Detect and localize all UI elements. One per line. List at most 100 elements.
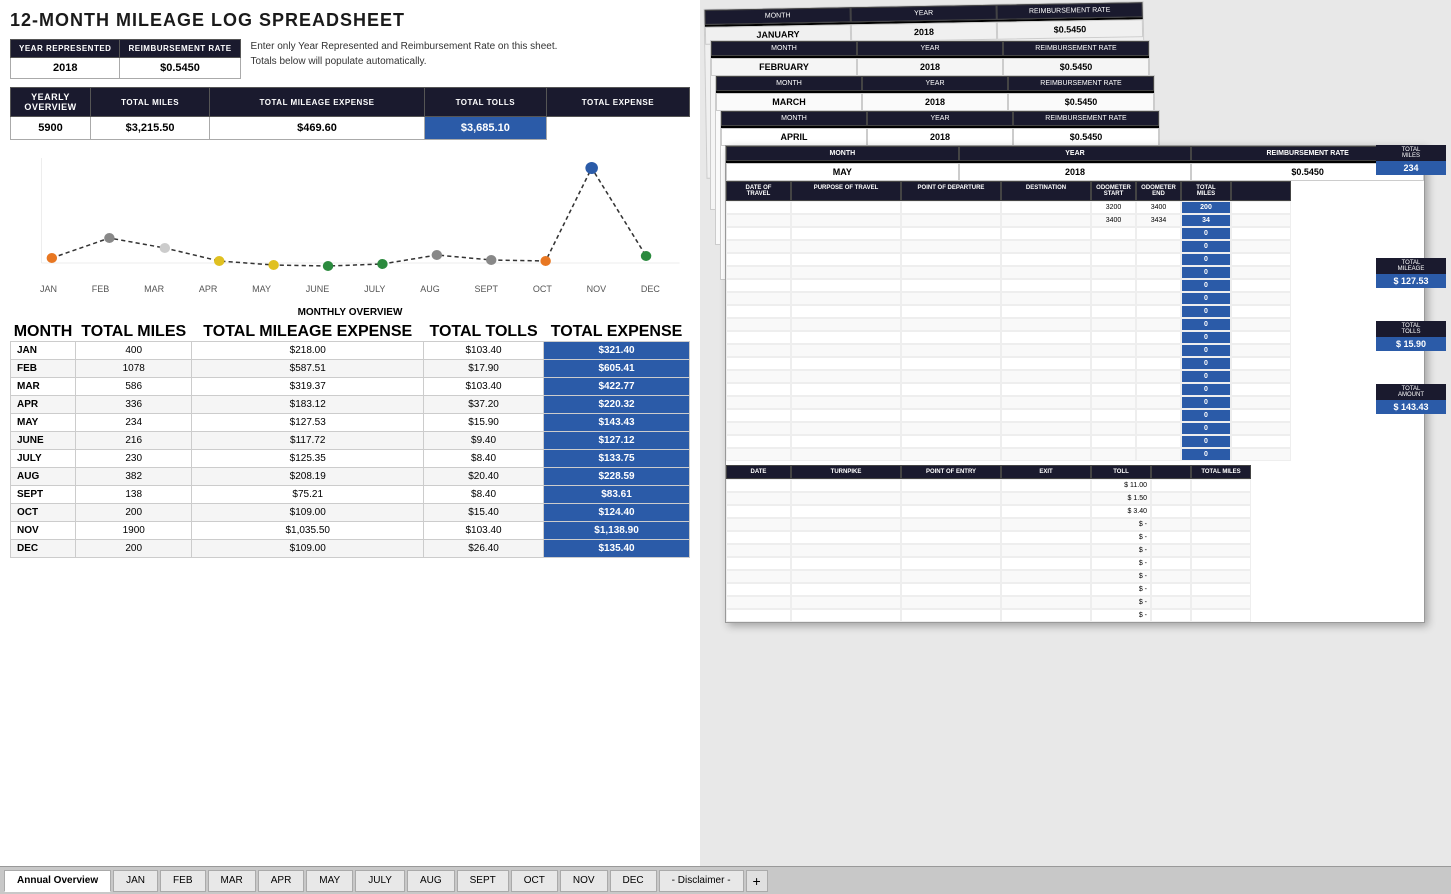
toll-headers: DATE TURNPIKE POINT OF ENTRY EXIT TOLL T… bbox=[726, 465, 1424, 479]
may-data-row: 0 bbox=[726, 227, 1424, 240]
table-row: JAN 400 $218.00 $103.40 $321.40 bbox=[11, 342, 690, 360]
year-value: 2018 bbox=[11, 58, 120, 79]
yearly-tolls: $469.60 bbox=[210, 117, 425, 140]
mo-col-mileage: TOTAL MILEAGE EXPENSE bbox=[192, 323, 424, 342]
total-amount-box: TOTALAMOUNT $ 143.43 bbox=[1376, 384, 1446, 414]
monthly-overview-table: MONTHLY OVERVIEW MONTH TOTAL MILES TOTAL… bbox=[10, 302, 690, 558]
may-data-rows: 3200 3400 200 3400 3434 34 0 0 bbox=[726, 201, 1424, 461]
toll-row: $ - bbox=[726, 596, 1424, 609]
table-row: NOV 1900 $1,035.50 $103.40 $1,138.90 bbox=[11, 522, 690, 540]
tab-may[interactable]: MAY bbox=[306, 870, 353, 892]
total-mileage-box: TOTALMILEAGE $ 127.53 bbox=[1376, 258, 1446, 288]
table-row: SEPT 138 $75.21 $8.40 $83.61 bbox=[11, 486, 690, 504]
mo-col-month: MONTH bbox=[11, 323, 76, 342]
month-labels: JAN FEB MAR APR MAY JUNE JULY AUG SEPT O… bbox=[10, 284, 690, 294]
toll-data-rows: $ 11.00 $ 1.50 $ 3.40 $ - $ - bbox=[726, 479, 1424, 622]
instructions: Enter only Year Represented and Reimburs… bbox=[251, 39, 558, 69]
tab-bar: Annual OverviewJANFEBMARAPRMAYJULYAUGSEP… bbox=[0, 866, 1451, 894]
may-data-row: 0 bbox=[726, 435, 1424, 448]
may-data-row: 0 bbox=[726, 396, 1424, 409]
col-total-miles: TOTAL MILES bbox=[91, 88, 210, 117]
tab-sept[interactable]: SEPT bbox=[457, 870, 509, 892]
may-sheet-values: MAY 2018 $0.5450 bbox=[726, 163, 1424, 181]
table-row: APR 336 $183.12 $37.20 $220.32 bbox=[11, 396, 690, 414]
table-row: JUNE 216 $117.72 $9.40 $127.12 bbox=[11, 432, 690, 450]
mileage-chart bbox=[10, 148, 690, 278]
table-row: MAY 234 $127.53 $15.90 $143.43 bbox=[11, 414, 690, 432]
top-info-section: YEAR REPRESENTED REIMBURSEMENT RATE 2018… bbox=[10, 39, 690, 79]
toll-row: $ - bbox=[726, 557, 1424, 570]
table-row: MAR 586 $319.37 $103.40 $422.77 bbox=[11, 378, 690, 396]
may-data-row: 0 bbox=[726, 292, 1424, 305]
total-tolls-box: TOTALTOLLS $ 15.90 bbox=[1376, 321, 1446, 351]
may-sheet-header: MONTH YEAR REIMBURSEMENT RATE bbox=[726, 146, 1424, 163]
may-data-row: 0 bbox=[726, 448, 1424, 461]
monthly-overview-title: MONTHLY OVERVIEW bbox=[11, 302, 690, 323]
tab-annual-overview[interactable]: Annual Overview bbox=[4, 870, 111, 892]
summary-boxes: TOTALMILES 234 TOTALMILEAGE $ 127.53 TOT… bbox=[1376, 145, 1446, 414]
yearly-overview-table: YEARLYOVERVIEW TOTAL MILES TOTAL MILEAGE… bbox=[10, 87, 690, 140]
may-data-row: 0 bbox=[726, 422, 1424, 435]
may-data-row: 0 bbox=[726, 253, 1424, 266]
tab-mar[interactable]: MAR bbox=[208, 870, 256, 892]
add-sheet-button[interactable]: + bbox=[746, 870, 768, 892]
col-total-expense: TOTAL EXPENSE bbox=[546, 88, 689, 117]
tab-oct[interactable]: OCT bbox=[511, 870, 558, 892]
mo-col-miles: TOTAL MILES bbox=[76, 323, 192, 342]
may-data-row: 0 bbox=[726, 409, 1424, 422]
table-row: JULY 230 $125.35 $8.40 $133.75 bbox=[11, 450, 690, 468]
year-rate-table: YEAR REPRESENTED REIMBURSEMENT RATE 2018… bbox=[10, 39, 241, 79]
col-total-mileage: TOTAL MILEAGE EXPENSE bbox=[210, 88, 425, 117]
table-row: OCT 200 $109.00 $15.40 $124.40 bbox=[11, 504, 690, 522]
may-data-headers: DATE OFTRAVEL PURPOSE OF TRAVEL POINT OF… bbox=[726, 181, 1424, 201]
rate-header: REIMBURSEMENT RATE bbox=[120, 40, 240, 58]
may-data-row: 0 bbox=[726, 266, 1424, 279]
toll-row: $ - bbox=[726, 531, 1424, 544]
may-data-row: 0 bbox=[726, 279, 1424, 292]
tab-apr[interactable]: APR bbox=[258, 870, 305, 892]
toll-row: $ - bbox=[726, 583, 1424, 596]
may-data-row: 0 bbox=[726, 318, 1424, 331]
tab-jan[interactable]: JAN bbox=[113, 870, 158, 892]
table-row: DEC 200 $109.00 $26.40 $135.40 bbox=[11, 540, 690, 558]
table-row: FEB 1078 $587.51 $17.90 $605.41 bbox=[11, 360, 690, 378]
tab-july[interactable]: JULY bbox=[355, 870, 405, 892]
may-data-row: 3200 3400 200 bbox=[726, 201, 1424, 214]
yearly-miles: 5900 bbox=[11, 117, 91, 140]
may-data-row: 0 bbox=[726, 305, 1424, 318]
mo-col-tolls: TOTAL TOLLS bbox=[424, 323, 544, 342]
toll-row: $ - bbox=[726, 518, 1424, 531]
sheet-may-main: MONTH YEAR REIMBURSEMENT RATE MAY 2018 $… bbox=[725, 145, 1425, 623]
tab-dec[interactable]: DEC bbox=[610, 870, 657, 892]
may-data-row: 0 bbox=[726, 344, 1424, 357]
yearly-mileage: $3,215.50 bbox=[91, 117, 210, 140]
mo-col-expense: TOTAL EXPENSE bbox=[544, 323, 690, 342]
total-miles-box: TOTALMILES 234 bbox=[1376, 145, 1446, 175]
col-total-tolls: TOTAL TOLLS bbox=[424, 88, 546, 117]
tab-feb[interactable]: FEB bbox=[160, 870, 205, 892]
toll-row: $ 11.00 bbox=[726, 479, 1424, 492]
toll-section: DATE TURNPIKE POINT OF ENTRY EXIT TOLL T… bbox=[726, 465, 1424, 622]
page-title: 12-MONTH MILEAGE LOG SPREADSHEET bbox=[10, 10, 690, 31]
tab-aug[interactable]: AUG bbox=[407, 870, 455, 892]
yearly-total: $3,685.10 bbox=[424, 117, 546, 140]
may-data-row: 0 bbox=[726, 331, 1424, 344]
left-panel: 12-MONTH MILEAGE LOG SPREADSHEET YEAR RE… bbox=[0, 0, 700, 866]
may-data-row: 0 bbox=[726, 383, 1424, 396]
may-data-row: 0 bbox=[726, 370, 1424, 383]
may-data-row: 0 bbox=[726, 240, 1424, 253]
right-panel: MONTH YEAR REIMBURSEMENT RATE JANUARY 20… bbox=[700, 0, 1451, 866]
toll-row: $ - bbox=[726, 570, 1424, 583]
toll-row: $ 3.40 bbox=[726, 505, 1424, 518]
toll-row: $ - bbox=[726, 544, 1424, 557]
yearly-overview-label: YEARLYOVERVIEW bbox=[11, 88, 91, 117]
table-row: AUG 382 $208.19 $20.40 $228.59 bbox=[11, 468, 690, 486]
year-header: YEAR REPRESENTED bbox=[11, 40, 120, 58]
tab---disclaimer--[interactable]: - Disclaimer - bbox=[659, 870, 744, 892]
may-data-row: 3400 3434 34 bbox=[726, 214, 1424, 227]
toll-row: $ - bbox=[726, 609, 1424, 622]
rate-value: $0.5450 bbox=[120, 58, 240, 79]
toll-row: $ 1.50 bbox=[726, 492, 1424, 505]
may-data-row: 0 bbox=[726, 357, 1424, 370]
tab-nov[interactable]: NOV bbox=[560, 870, 608, 892]
